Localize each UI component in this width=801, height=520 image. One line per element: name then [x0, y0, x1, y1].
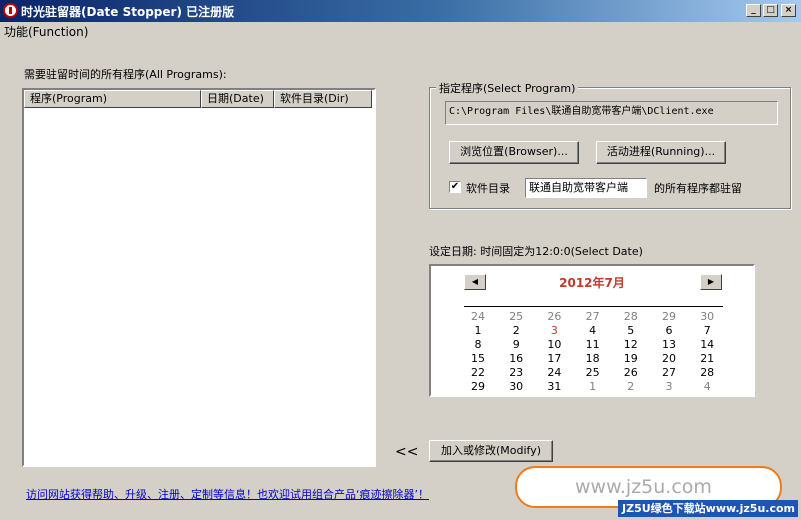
dir-checkbox-label: 软件目录	[466, 182, 510, 195]
calendar-day[interactable]: 20	[650, 352, 688, 365]
calendar-day[interactable]: 27	[574, 310, 612, 323]
calendar-day[interactable]: 3	[650, 380, 688, 393]
calendar-day[interactable]: 29	[459, 380, 497, 393]
calendar-day[interactable]: 7	[688, 324, 726, 337]
calendar-day[interactable]: 4	[574, 324, 612, 337]
next-month-button[interactable]: ▶	[700, 274, 722, 290]
calendar-day[interactable]: 19	[612, 352, 650, 365]
calendar-day[interactable]: 2	[612, 380, 650, 393]
modify-button[interactable]: 加入或修改(Modify)	[429, 440, 553, 462]
calendar-day[interactable]: 18	[574, 352, 612, 365]
calendar-day[interactable]: 21	[688, 352, 726, 365]
calendar-day[interactable]: 1	[574, 380, 612, 393]
calendar-day[interactable]: 30	[688, 310, 726, 323]
minimize-button[interactable]: _	[746, 4, 761, 17]
calendar-day[interactable]: 11	[574, 338, 612, 351]
calendar-day[interactable]: 28	[688, 366, 726, 379]
help-link[interactable]: 访问网站获得帮助、升级、注册、定制等信息！也欢迎试用组合产品‘痕迹擦除器’！	[26, 486, 429, 502]
date-label: 设定日期: 时间固定为12:0:0(Select Date)	[429, 245, 643, 258]
calendar-day[interactable]: 3	[535, 324, 573, 337]
title-bar[interactable]: 时光驻留器(Date Stopper) 已注册版 _ □ ×	[0, 0, 801, 22]
calendar-day[interactable]: 26	[535, 310, 573, 323]
dir-checkbox[interactable]: ✔	[449, 181, 461, 193]
calendar-day[interactable]: 13	[650, 338, 688, 351]
dir-input[interactable]: 联通自助宽带客户端	[525, 178, 647, 198]
calendar-day[interactable]: 23	[497, 366, 535, 379]
calendar-day[interactable]: 15	[459, 352, 497, 365]
calendar-day[interactable]: 28	[612, 310, 650, 323]
column-dir[interactable]: 软件目录(Dir)	[274, 90, 372, 108]
calendar-day[interactable]: 12	[612, 338, 650, 351]
menu-function[interactable]: 功能(Function)	[4, 23, 88, 40]
watermark-url: www.jz5u.com	[575, 476, 712, 498]
dir-suffix-label: 的所有程序都驻留	[654, 182, 742, 195]
programs-label: 需要驻留时间的所有程序(All Programs):	[24, 68, 227, 81]
window-title: 时光驻留器(Date Stopper) 已注册版	[21, 5, 235, 19]
close-button[interactable]: ×	[781, 4, 796, 17]
calendar-day[interactable]: 1	[459, 324, 497, 337]
calendar[interactable]: ◀ 2012年7月 ▶ 24 25 26 27 28 29 30 1 2 3 4 5 6 7 8 9 10 11 1…	[429, 264, 755, 397]
menu-bar: 功能(Function)	[0, 22, 801, 40]
calendar-day[interactable]: 24	[535, 366, 573, 379]
column-date[interactable]: 日期(Date)	[201, 90, 274, 108]
programs-list[interactable]: 程序(Program) 日期(Date) 软件目录(Dir)	[22, 88, 376, 467]
calendar-day[interactable]: 14	[688, 338, 726, 351]
calendar-day[interactable]: 31	[535, 380, 573, 393]
calendar-day[interactable]: 8	[459, 338, 497, 351]
calendar-day[interactable]: 17	[535, 352, 573, 365]
calendar-day[interactable]: 26	[612, 366, 650, 379]
calendar-day[interactable]: 29	[650, 310, 688, 323]
running-button[interactable]: 活动进程(Running)...	[596, 141, 726, 164]
program-path-field[interactable]: C:\Program Files\联通自助宽带客户端\DClient.exe	[445, 101, 778, 125]
calendar-day[interactable]: 16	[497, 352, 535, 365]
app-icon	[3, 3, 18, 18]
calendar-day[interactable]: 9	[497, 338, 535, 351]
watermark-banner: JZ5U绿色下载站www.jz5u.com	[618, 500, 798, 517]
calendar-day[interactable]: 22	[459, 366, 497, 379]
calendar-day[interactable]: 2	[497, 324, 535, 337]
column-program[interactable]: 程序(Program)	[24, 90, 201, 108]
calendar-day[interactable]: 24	[459, 310, 497, 323]
calendar-day[interactable]: 25	[497, 310, 535, 323]
calendar-day[interactable]: 5	[612, 324, 650, 337]
calendar-day[interactable]: 27	[650, 366, 688, 379]
select-program-title: 指定程序(Select Program)	[436, 80, 579, 96]
calendar-divider	[464, 306, 723, 307]
browse-button[interactable]: 浏览位置(Browser)...	[449, 141, 579, 164]
calendar-day[interactable]: 6	[650, 324, 688, 337]
calendar-day[interactable]: 25	[574, 366, 612, 379]
calendar-day[interactable]: 30	[497, 380, 535, 393]
calendar-day[interactable]: 4	[688, 380, 726, 393]
maximize-button[interactable]: □	[763, 4, 778, 17]
add-arrows: <<	[395, 444, 419, 460]
calendar-day[interactable]: 10	[535, 338, 573, 351]
